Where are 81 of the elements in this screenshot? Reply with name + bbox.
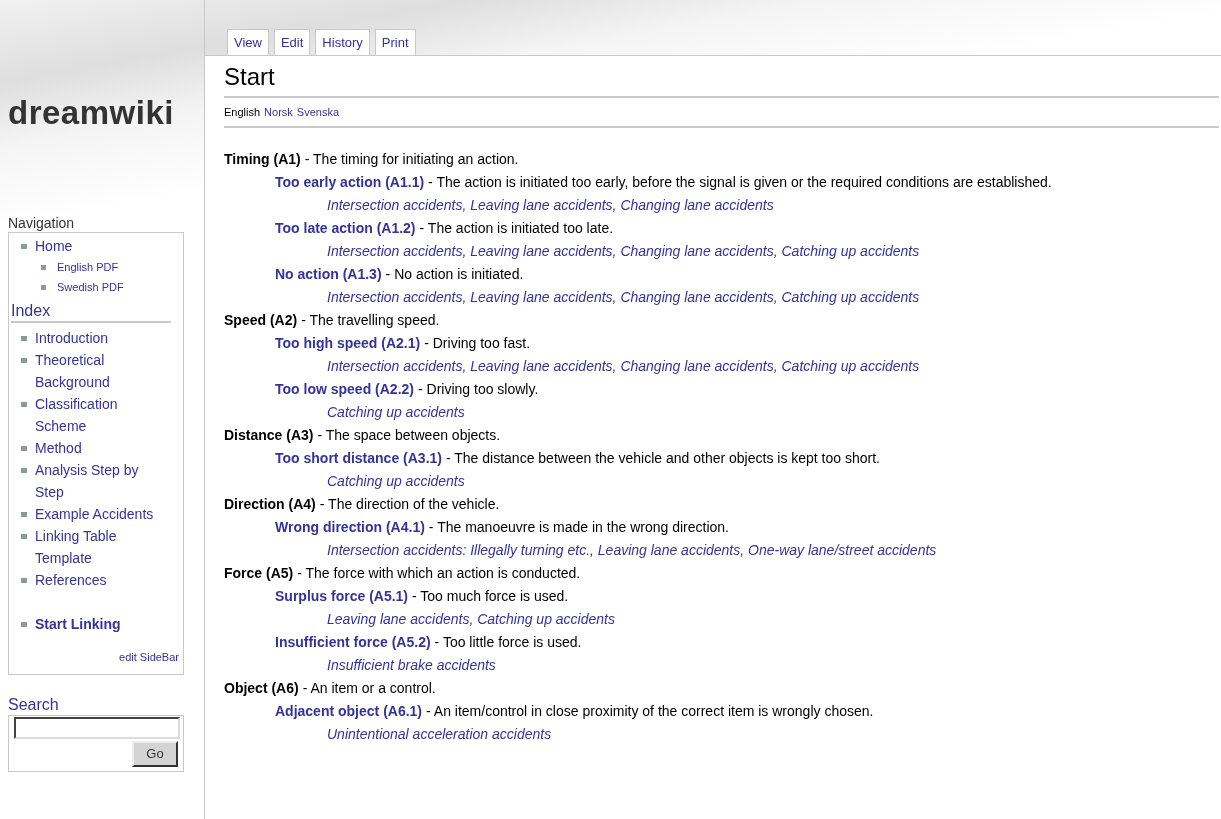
subcategory-description: - The distance between the vehicle and other objects is kept too short. [446,449,880,468]
index-link[interactable]: Start Linking [35,613,121,635]
bullet-icon [21,622,27,627]
subcategory-link[interactable]: Adjacent object (A6.1) [275,700,423,723]
page-tab[interactable]: View [227,29,269,55]
accident-types-links[interactable]: Catching up accidents [327,470,465,493]
subcategory-description: - An item/control in close proximity of the correct item is wrongly chosen. [426,702,874,721]
search-heading: Search [8,694,60,715]
nav-link[interactable]: Swedish PDF [57,278,124,296]
category-name: Speed (A2) [224,311,298,330]
index-link[interactable]: Introduction [35,327,109,349]
bullet-icon [21,578,27,583]
bullet-icon [21,243,27,249]
bullet-icon [41,284,46,290]
subcategory-description: - The action is initiated too late. [419,219,614,238]
subcategory-link[interactable]: Too late action (A1.2) [275,217,416,240]
category-name: Direction (A4) [224,495,316,514]
language-link[interactable]: Svenska [296,105,339,119]
category-name: Force (A5) [224,564,294,583]
index-link[interactable]: Linking Table Template [35,525,168,569]
category-description: - The force with which an action is conducted. [297,564,581,583]
index-link[interactable]: Theoretical Background [35,349,168,393]
edit-sidebar-link[interactable]: edit SideBar [119,649,179,666]
search-field[interactable] [14,716,180,739]
page-tab[interactable]: Edit [273,29,311,55]
category-name: Distance (A3) [224,426,314,445]
category-description: - The timing for initiating an action. [304,150,519,169]
accident-types-links[interactable]: Intersection accidents, Leaving lane accidents, Changing lane accidents [327,194,774,217]
index-link[interactable]: Analysis Step by Step [35,459,168,503]
subcategory-link[interactable]: Too low speed (A2.2) [275,378,414,401]
subcategory-description: - Too little force is used. [434,633,582,652]
nav-link[interactable]: Home [35,235,73,257]
bullet-icon [21,534,27,539]
bullet-icon [21,512,27,517]
category-description: - An item or a control. [302,679,436,698]
accident-types-links[interactable]: Insufficient brake accidents [327,654,496,677]
bullet-icon [21,336,27,341]
subcategory-description: - The manoeuvre is made in the wrong direction. [428,518,729,537]
subcategory-link[interactable]: Surplus force (A5.1) [275,585,409,608]
language-link[interactable]: English [224,105,261,119]
accident-types-links[interactable]: Intersection accidents, Leaving lane accidents, Changing lane accidents, Catching up accidents [327,286,920,309]
category-description: - The travelling speed. [301,311,440,330]
accident-types-links[interactable]: Leaving lane accidents, Catching up accidents [327,608,615,631]
subcategory-description: - Driving too fast. [424,334,531,353]
accident-types-links[interactable]: Intersection accidents: Illegally turning etc., Leaving lane accidents, One-way lane/street accidents [327,539,937,562]
category-name: Object (A6) [224,679,299,698]
bullet-icon [21,446,27,451]
subcategory-link[interactable]: Too early action (A1.1) [275,171,425,194]
language-link[interactable]: Norsk [264,105,293,119]
subcategory-link[interactable]: Insufficient force (A5.2) [275,631,431,654]
page-title: Start [224,58,1219,98]
accident-types-links[interactable]: Intersection accidents, Leaving lane accidents, Changing lane accidents, Catching up accidents [327,240,920,263]
site-logo[interactable]: dreamwiki [8,96,174,129]
navigation-heading: Navigation [8,214,76,232]
bullet-icon [21,468,27,473]
category-description: - The direction of the vehicle. [319,495,500,514]
category-name: Timing (A1) [224,150,301,169]
subcategory-description: - Too much force is used. [412,587,569,606]
accident-types-links[interactable]: Catching up accidents [327,401,465,424]
index-heading: Index [11,301,171,323]
category-description: - The space between objects. [317,426,501,445]
subcategory-link[interactable]: Wrong direction (A4.1) [275,516,425,539]
subcategory-link[interactable]: Too high speed (A2.1) [275,332,421,355]
subcategory-description: - Driving too slowly. [418,380,539,399]
subcategory-description: - No action is initiated. [385,265,524,284]
index-link[interactable]: Method [35,437,82,459]
page-tab[interactable]: Print [374,29,416,55]
index-link[interactable]: References [35,569,107,591]
accident-types-links[interactable]: Intersection accidents, Leaving lane accidents, Changing lane accidents, Catching up accidents [327,355,920,378]
bullet-icon [21,358,27,363]
index-link[interactable]: Classification Scheme [35,393,168,437]
nav-link[interactable]: English PDF [57,258,119,276]
accident-types-links[interactable]: Unintentional acceleration accidents [327,723,552,746]
subcategory-link[interactable]: Too short distance (A3.1) [275,447,442,470]
subcategory-description: - The action is initiated too early, before the signal is given or the required conditions are established. [428,173,1052,192]
bullet-icon [41,264,46,270]
bullet-icon [21,402,27,407]
index-link[interactable]: Example Accidents [35,503,154,525]
page-tab[interactable]: History [315,29,370,55]
subcategory-link[interactable]: No action (A1.3) [275,263,382,286]
go-button[interactable]: Go [132,740,178,767]
